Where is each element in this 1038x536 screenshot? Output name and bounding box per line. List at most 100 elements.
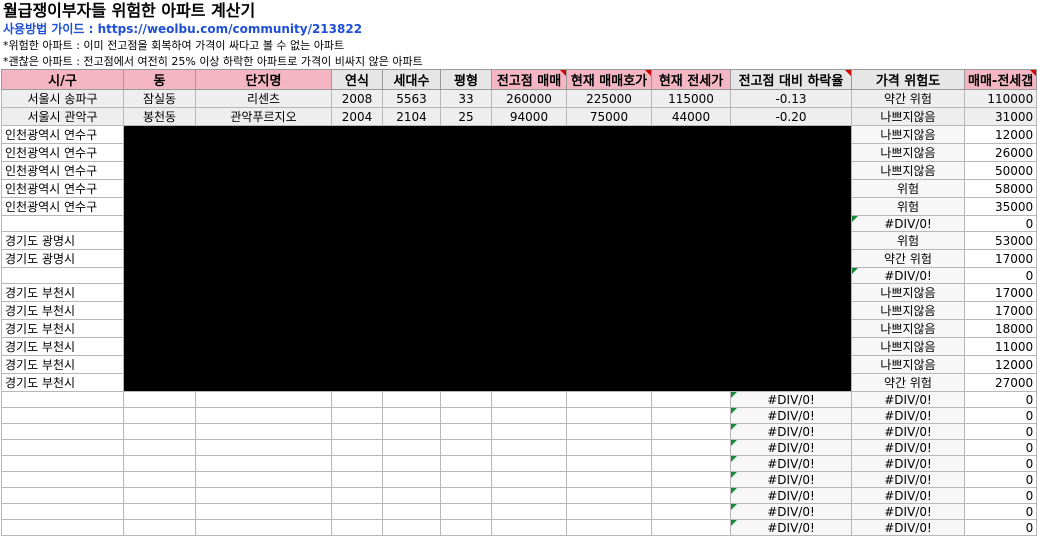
cell-risk[interactable]: 나쁘지않음 xyxy=(851,283,965,302)
cell-risk[interactable]: #DIV/0! xyxy=(851,423,965,440)
empty-cell[interactable] xyxy=(195,519,332,536)
empty-cell[interactable] xyxy=(382,503,441,520)
cell-dong[interactable]: 봉천동 xyxy=(123,107,196,126)
cell-risk[interactable]: 위험 xyxy=(851,197,965,216)
cell-gap[interactable]: 0 xyxy=(963,519,1038,536)
cell-gap[interactable]: 0 xyxy=(963,267,1038,284)
cell-region[interactable]: 인천광역시 연수구 xyxy=(1,197,124,216)
empty-cell[interactable] xyxy=(491,519,567,536)
empty-cell[interactable] xyxy=(1,439,124,456)
empty-cell[interactable] xyxy=(123,407,196,424)
empty-cell[interactable] xyxy=(195,423,332,440)
empty-cell[interactable] xyxy=(651,423,731,440)
empty-cell[interactable] xyxy=(651,407,731,424)
cell-region[interactable] xyxy=(1,215,124,232)
empty-cell[interactable] xyxy=(440,503,492,520)
cell-households[interactable]: 5563 xyxy=(382,89,441,108)
col-header-complex[interactable]: 단지명 xyxy=(195,69,332,90)
cell-gap[interactable]: 110000 xyxy=(963,89,1038,108)
cell-risk[interactable]: 약간 위험 xyxy=(851,249,965,268)
empty-cell[interactable] xyxy=(491,407,567,424)
empty-cell[interactable] xyxy=(651,487,731,504)
cell-risk[interactable]: #DIV/0! xyxy=(851,471,965,488)
empty-cell[interactable] xyxy=(1,391,124,408)
cell-gap[interactable]: 26000 xyxy=(963,143,1038,162)
empty-cell[interactable] xyxy=(440,423,492,440)
empty-cell[interactable] xyxy=(123,471,196,488)
cell-region[interactable]: 인천광역시 연수구 xyxy=(1,179,124,198)
empty-cell[interactable] xyxy=(331,455,383,472)
cell-gap[interactable]: 12000 xyxy=(963,355,1038,374)
empty-cell[interactable] xyxy=(123,391,196,408)
cell-region[interactable]: 경기도 부천시 xyxy=(1,355,124,374)
empty-cell[interactable] xyxy=(651,455,731,472)
cell-risk[interactable]: 나쁘지않음 xyxy=(851,301,965,320)
col-header-size[interactable]: 평형 xyxy=(440,69,492,90)
empty-cell[interactable] xyxy=(1,423,124,440)
cell-size[interactable]: 25 xyxy=(440,107,492,126)
cell-drop[interactable]: #DIV/0! xyxy=(730,503,852,520)
empty-cell[interactable] xyxy=(382,439,441,456)
empty-cell[interactable] xyxy=(491,503,567,520)
empty-cell[interactable] xyxy=(331,503,383,520)
cell-region[interactable]: 경기도 부천시 xyxy=(1,373,124,392)
cell-drop[interactable]: -0.13 xyxy=(730,89,852,108)
empty-cell[interactable] xyxy=(566,471,652,488)
cell-jeonse[interactable]: 115000 xyxy=(651,89,731,108)
empty-cell[interactable] xyxy=(566,407,652,424)
empty-cell[interactable] xyxy=(195,439,332,456)
cell-households[interactable]: 2104 xyxy=(382,107,441,126)
empty-cell[interactable] xyxy=(382,423,441,440)
cell-jeonse[interactable]: 44000 xyxy=(651,107,731,126)
cell-gap[interactable]: 0 xyxy=(963,439,1038,456)
empty-cell[interactable] xyxy=(1,519,124,536)
col-header-peak[interactable]: 전고점 매매 xyxy=(491,69,567,90)
empty-cell[interactable] xyxy=(382,487,441,504)
empty-cell[interactable] xyxy=(651,503,731,520)
cell-region[interactable]: 경기도 부천시 xyxy=(1,283,124,302)
cell-risk[interactable]: 나쁘지않음 xyxy=(851,319,965,338)
empty-cell[interactable] xyxy=(440,487,492,504)
cell-region[interactable]: 경기도 부천시 xyxy=(1,337,124,356)
col-header-households[interactable]: 세대수 xyxy=(382,69,441,90)
col-header-year[interactable]: 연식 xyxy=(331,69,383,90)
cell-risk[interactable]: #DIV/0! xyxy=(851,215,965,232)
empty-cell[interactable] xyxy=(651,519,731,536)
cell-risk[interactable]: 약간 위험 xyxy=(851,373,965,392)
empty-cell[interactable] xyxy=(491,471,567,488)
cell-risk[interactable]: #DIV/0! xyxy=(851,519,965,536)
empty-cell[interactable] xyxy=(331,519,383,536)
cell-gap[interactable]: 0 xyxy=(963,407,1038,424)
empty-cell[interactable] xyxy=(331,471,383,488)
cell-gap[interactable]: 18000 xyxy=(963,319,1038,338)
cell-region[interactable]: 경기도 광명시 xyxy=(1,249,124,268)
cell-gap[interactable]: 17000 xyxy=(963,301,1038,320)
empty-cell[interactable] xyxy=(440,471,492,488)
empty-cell[interactable] xyxy=(195,487,332,504)
cell-gap[interactable]: 0 xyxy=(963,391,1038,408)
empty-cell[interactable] xyxy=(566,519,652,536)
empty-cell[interactable] xyxy=(123,503,196,520)
cell-drop[interactable]: #DIV/0! xyxy=(730,455,852,472)
cell-gap[interactable]: 11000 xyxy=(963,337,1038,356)
cell-current[interactable]: 225000 xyxy=(566,89,652,108)
empty-cell[interactable] xyxy=(123,487,196,504)
empty-cell[interactable] xyxy=(1,455,124,472)
empty-cell[interactable] xyxy=(491,423,567,440)
cell-gap[interactable]: 0 xyxy=(963,503,1038,520)
cell-region[interactable] xyxy=(1,267,124,284)
empty-cell[interactable] xyxy=(195,455,332,472)
empty-cell[interactable] xyxy=(440,455,492,472)
col-header-region[interactable]: 시/구 xyxy=(1,69,124,90)
cell-risk[interactable]: #DIV/0! xyxy=(851,391,965,408)
cell-current[interactable]: 75000 xyxy=(566,107,652,126)
cell-peak[interactable]: 260000 xyxy=(491,89,567,108)
col-header-gap[interactable]: 매매-전세갭 xyxy=(963,69,1038,90)
cell-risk[interactable]: #DIV/0! xyxy=(851,407,965,424)
empty-cell[interactable] xyxy=(566,391,652,408)
empty-cell[interactable] xyxy=(331,487,383,504)
empty-cell[interactable] xyxy=(651,471,731,488)
cell-drop[interactable]: #DIV/0! xyxy=(730,519,852,536)
empty-cell[interactable] xyxy=(566,487,652,504)
cell-risk[interactable]: 나쁘지않음 xyxy=(851,161,965,180)
